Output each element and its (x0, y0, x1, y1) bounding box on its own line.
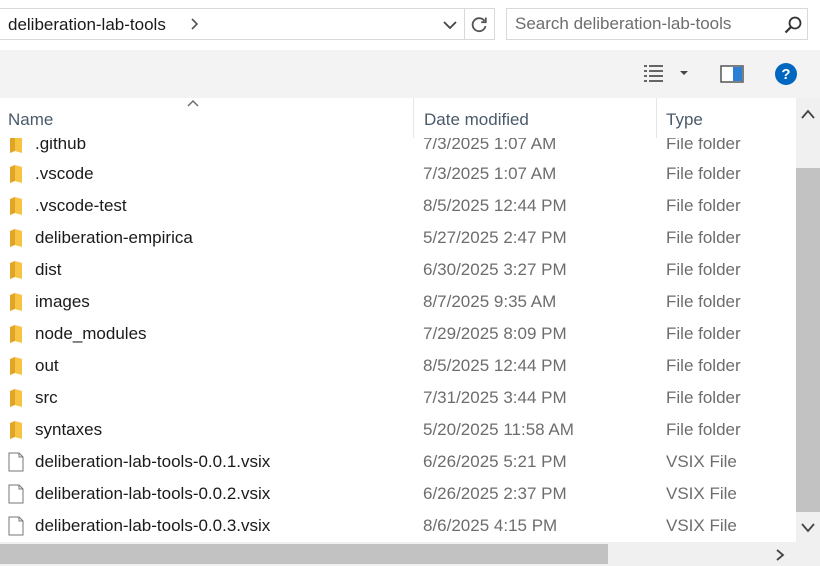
file-date: 6/26/2025 2:37 PM (423, 484, 567, 503)
column-header: Name Date modified Type (0, 98, 796, 138)
search-box[interactable] (506, 8, 808, 40)
file-date: 8/7/2025 9:35 AM (423, 292, 557, 311)
folder-icon (10, 165, 22, 183)
list-item[interactable]: dist 6/30/2025 3:27 PM File folder (0, 254, 796, 286)
sort-ascending-icon (187, 100, 199, 107)
file-date: 7/3/2025 1:07 AM (423, 164, 557, 183)
list-item[interactable]: .vscode-test 8/5/2025 12:44 PM File fold… (0, 190, 796, 222)
list-item[interactable]: .github 7/3/2025 1:07 AM File folder (0, 138, 796, 160)
file-type: File folder (666, 138, 741, 153)
column-date-modified[interactable]: Date modified (424, 110, 529, 130)
folder-icon (10, 389, 22, 407)
list-item[interactable]: images 8/7/2025 9:35 AM File folder (0, 286, 796, 318)
file-type: File folder (666, 324, 741, 343)
refresh-icon[interactable] (468, 14, 490, 36)
search-input[interactable] (515, 13, 765, 35)
file-name: deliberation-lab-tools-0.0.3.vsix (35, 516, 271, 535)
column-name[interactable]: Name (8, 110, 53, 130)
file-icon (8, 516, 24, 536)
list-item[interactable]: src 7/31/2025 3:44 PM File folder (0, 382, 796, 414)
column-type[interactable]: Type (666, 110, 703, 130)
file-type: VSIX File (666, 516, 737, 535)
list-item[interactable]: node_modules 7/29/2025 8:09 PM File fold… (0, 318, 796, 350)
file-date: 6/30/2025 3:27 PM (423, 260, 567, 279)
file-type: File folder (666, 196, 741, 215)
file-name: .vscode-test (35, 196, 127, 215)
list-item[interactable]: deliberation-lab-tools-0.0.1.vsix 6/26/2… (0, 446, 796, 478)
file-icon (8, 452, 24, 472)
preview-pane-icon[interactable] (719, 62, 745, 86)
help-icon[interactable]: ? (774, 62, 798, 86)
list-item[interactable]: deliberation-empirica 5/27/2025 2:47 PM … (0, 222, 796, 254)
file-name: images (35, 292, 90, 311)
file-type: File folder (666, 292, 741, 311)
breadcrumb-segment[interactable]: deliberation-lab-tools (8, 15, 166, 35)
file-icon (8, 484, 24, 504)
address-bar[interactable]: deliberation-lab-tools (0, 8, 495, 40)
list-item[interactable]: deliberation-lab-tools-0.0.2.vsix 6/26/2… (0, 478, 796, 510)
file-type: File folder (666, 420, 741, 439)
folder-icon (10, 197, 22, 215)
folder-icon (10, 357, 22, 375)
scroll-right-icon[interactable] (774, 548, 786, 562)
folder-icon (10, 293, 22, 311)
file-date: 7/31/2025 3:44 PM (423, 388, 567, 407)
file-date: 8/5/2025 12:44 PM (423, 196, 567, 215)
file-date: 5/27/2025 2:47 PM (423, 228, 567, 247)
list-item[interactable]: .vscode 7/3/2025 1:07 AM File folder (0, 158, 796, 190)
scroll-up-icon[interactable] (800, 108, 816, 120)
file-type: File folder (666, 228, 741, 247)
horizontal-scrollbar[interactable] (0, 542, 820, 566)
view-toolbar: ? (0, 50, 820, 98)
file-name: deliberation-lab-tools-0.0.2.vsix (35, 484, 271, 503)
file-type: File folder (666, 356, 741, 375)
file-name: deliberation-empirica (35, 228, 193, 247)
search-icon[interactable] (783, 15, 803, 35)
vertical-scrollbar[interactable] (796, 98, 820, 542)
column-divider[interactable] (656, 98, 657, 138)
details-view-icon[interactable] (642, 62, 692, 86)
file-date: 6/26/2025 5:21 PM (423, 452, 567, 471)
address-divider (464, 9, 465, 39)
file-name: out (35, 356, 59, 375)
file-type: VSIX File (666, 484, 737, 503)
file-type: File folder (666, 260, 741, 279)
file-date: 7/3/2025 1:07 AM (423, 138, 557, 153)
file-name: .vscode (35, 164, 94, 183)
vertical-scroll-thumb[interactable] (796, 168, 820, 512)
file-name: deliberation-lab-tools-0.0.1.vsix (35, 452, 271, 471)
file-date: 7/29/2025 8:09 PM (423, 324, 567, 343)
file-name: src (35, 388, 58, 407)
file-name: node_modules (35, 324, 147, 343)
scroll-down-icon[interactable] (800, 522, 816, 534)
folder-icon (10, 138, 22, 153)
chevron-down-icon[interactable] (440, 15, 460, 35)
svg-text:?: ? (781, 66, 790, 83)
column-divider[interactable] (413, 98, 414, 138)
list-item[interactable]: syntaxes 5/20/2025 11:58 AM File folder (0, 414, 796, 446)
file-list: .github 7/3/2025 1:07 AM File folder .vs… (0, 138, 796, 542)
file-name: syntaxes (35, 420, 103, 439)
file-type: File folder (666, 388, 741, 407)
file-date: 5/20/2025 11:58 AM (423, 420, 574, 439)
horizontal-scroll-thumb[interactable] (0, 544, 608, 564)
folder-icon (10, 325, 22, 343)
folder-icon (10, 229, 22, 247)
file-date: 8/6/2025 4:15 PM (423, 516, 558, 535)
file-date: 8/5/2025 12:44 PM (423, 356, 567, 375)
file-type: File folder (666, 164, 741, 183)
list-item[interactable]: out 8/5/2025 12:44 PM File folder (0, 350, 796, 382)
file-name: .github (35, 138, 87, 153)
folder-icon (10, 261, 22, 279)
chevron-right-icon[interactable] (187, 16, 203, 32)
list-item[interactable]: deliberation-lab-tools-0.0.3.vsix 8/6/20… (0, 510, 796, 542)
file-name: dist (35, 260, 62, 279)
file-type: VSIX File (666, 452, 737, 471)
folder-icon (10, 421, 22, 439)
